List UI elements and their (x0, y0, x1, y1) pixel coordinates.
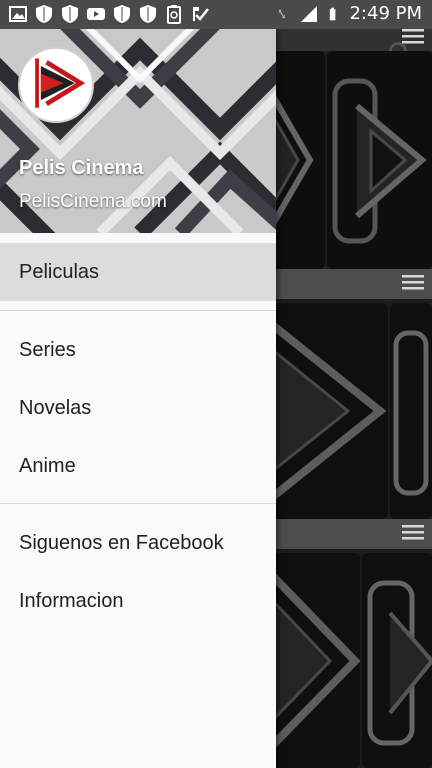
drawer-header: Pelis Cinema PelisCinema.com (0, 29, 276, 233)
check-icon (193, 7, 209, 21)
nav-divider (0, 503, 276, 504)
recycle-icon (167, 5, 181, 24)
shield-icon (140, 5, 156, 23)
signal-icon (301, 5, 318, 22)
nav-item-facebook[interactable]: Siguenos en Facebook (0, 514, 276, 572)
navigation-drawer: Pelis Cinema PelisCinema.com Peliculas S… (0, 29, 276, 768)
nav-item-anime[interactable]: Anime (0, 437, 276, 495)
nav-item-peliculas[interactable]: Peliculas (0, 243, 276, 301)
app-logo (18, 47, 94, 123)
image-icon (9, 6, 27, 22)
shield-icon (62, 5, 78, 23)
nav-item-novelas[interactable]: Novelas (0, 379, 276, 437)
nav-item-series[interactable]: Series (0, 321, 276, 379)
battery-icon (330, 7, 336, 20)
vibrate-icon (279, 8, 286, 19)
shield-icon (114, 5, 130, 23)
status-bar: 2:49 PM (0, 0, 432, 29)
nav-divider (0, 310, 276, 311)
system-icons: 2:49 PM (277, 3, 422, 24)
status-time: 2:49 PM (349, 3, 422, 24)
drawer-header-title: Pelis Cinema (19, 157, 144, 179)
youtube-icon (87, 8, 105, 20)
drawer-header-subtitle: PelisCinema.com (19, 191, 167, 212)
nav-item-informacion[interactable]: Informacion (0, 572, 276, 630)
notification-icons (8, 4, 210, 24)
shield-icon (36, 5, 52, 23)
play-logo-icon (21, 50, 87, 116)
